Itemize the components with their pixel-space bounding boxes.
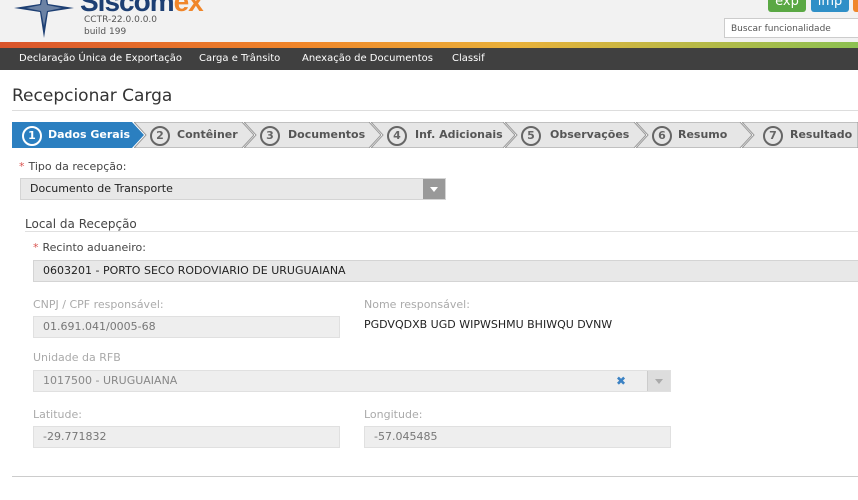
longitude-field: -57.045485 (364, 426, 671, 448)
unidade-rfb-select: 1017500 - URUGUAIANA ✖ (33, 370, 671, 392)
page-title: Recepcionar Carga (12, 86, 173, 106)
unidade-rfb-value: 1017500 - URUGUAIANA (43, 374, 178, 387)
main-nav: Declaração Única de Exportação Carga e T… (0, 48, 858, 70)
section-local-recepcao: Local da Recepção (25, 217, 137, 231)
tipo-recepcao-value: Documento de Transporte (30, 182, 173, 195)
step-label: Resultado (790, 128, 853, 141)
wizard-step-resumo[interactable]: 6 Resumo (636, 122, 752, 148)
nome-responsavel-label: Nome responsável: (364, 298, 470, 311)
compass-star-logo-icon (14, 0, 74, 38)
app-header: Siscomex CCTR-22.0.0.0.0 build 199 exp i… (0, 0, 858, 42)
section-divider (25, 231, 858, 232)
tipo-recepcao-label: * Tipo da recepção: (19, 160, 127, 173)
build-label: build 199 (84, 27, 127, 37)
bottom-divider (12, 476, 858, 477)
tipo-recepcao-select[interactable]: Documento de Transporte (20, 178, 446, 200)
version-label: CCTR-22.0.0.0.0 (84, 15, 158, 25)
step-label: Dados Gerais (48, 128, 131, 141)
step-number: 3 (260, 126, 280, 146)
latitude-field: -29.771832 (33, 426, 340, 448)
search-input[interactable]: Buscar funcionalidade (724, 18, 858, 38)
step-number: 6 (652, 126, 672, 146)
nome-responsavel-value: PGDVQDXB UGD WIPWSHMU BHIWQU DVNW (364, 318, 613, 331)
step-label: Contêiner (177, 128, 238, 141)
step-number: 1 (22, 126, 42, 146)
chevron-down-icon[interactable] (423, 179, 445, 199)
longitude-label: Longitude: (364, 408, 423, 421)
step-number: 5 (521, 126, 541, 146)
chevron-down-icon (647, 371, 670, 391)
wizard-step-resultado[interactable]: 7 Resultado (742, 122, 858, 148)
export-button[interactable]: exp (768, 0, 806, 12)
step-label: Observações (550, 128, 630, 141)
nav-item-carga[interactable]: Carga e Trânsito (199, 48, 280, 70)
step-number: 7 (763, 126, 783, 146)
wizard-step-documentos[interactable]: 3 Documentos (244, 122, 381, 148)
wizard-step-inf-adicionais[interactable]: 4 Inf. Adicionais (371, 122, 515, 148)
wizard-step-observacoes[interactable]: 5 Observações (505, 122, 646, 148)
latitude-label: Latitude: (33, 408, 82, 421)
step-label: Resumo (678, 128, 728, 141)
nav-item-anexacao[interactable]: Anexação de Documentos (302, 48, 433, 70)
import-button[interactable]: imp (811, 0, 849, 12)
nav-item-classif[interactable]: Classif (452, 48, 485, 70)
unidade-rfb-label: Unidade da RFB (33, 351, 121, 364)
cnpj-field: 01.691.041/0005-68 (33, 316, 340, 338)
extra-button[interactable] (853, 0, 858, 12)
cnpj-label: CNPJ / CPF responsável: (33, 298, 164, 311)
step-label: Documentos (288, 128, 366, 141)
step-number: 4 (387, 126, 407, 146)
wizard-step-conteiner[interactable]: 2 Contêiner (134, 122, 254, 148)
step-number: 2 (150, 126, 170, 146)
recinto-select[interactable]: 0603201 - PORTO SECO RODOVIARIO DE URUGU… (33, 260, 858, 282)
title-divider (12, 110, 858, 111)
clear-icon: ✖ (616, 374, 627, 388)
wizard-steps: 1 Dados Gerais 2 Contêiner 3 Documentos … (12, 122, 858, 148)
recinto-value: 0603201 - PORTO SECO RODOVIARIO DE URUGU… (43, 264, 346, 277)
nav-item-due[interactable]: Declaração Única de Exportação (19, 48, 182, 70)
recinto-label: * Recinto aduaneiro: (33, 241, 146, 254)
wizard-step-dados-gerais[interactable]: 1 Dados Gerais (12, 122, 144, 148)
step-label: Inf. Adicionais (415, 128, 503, 141)
